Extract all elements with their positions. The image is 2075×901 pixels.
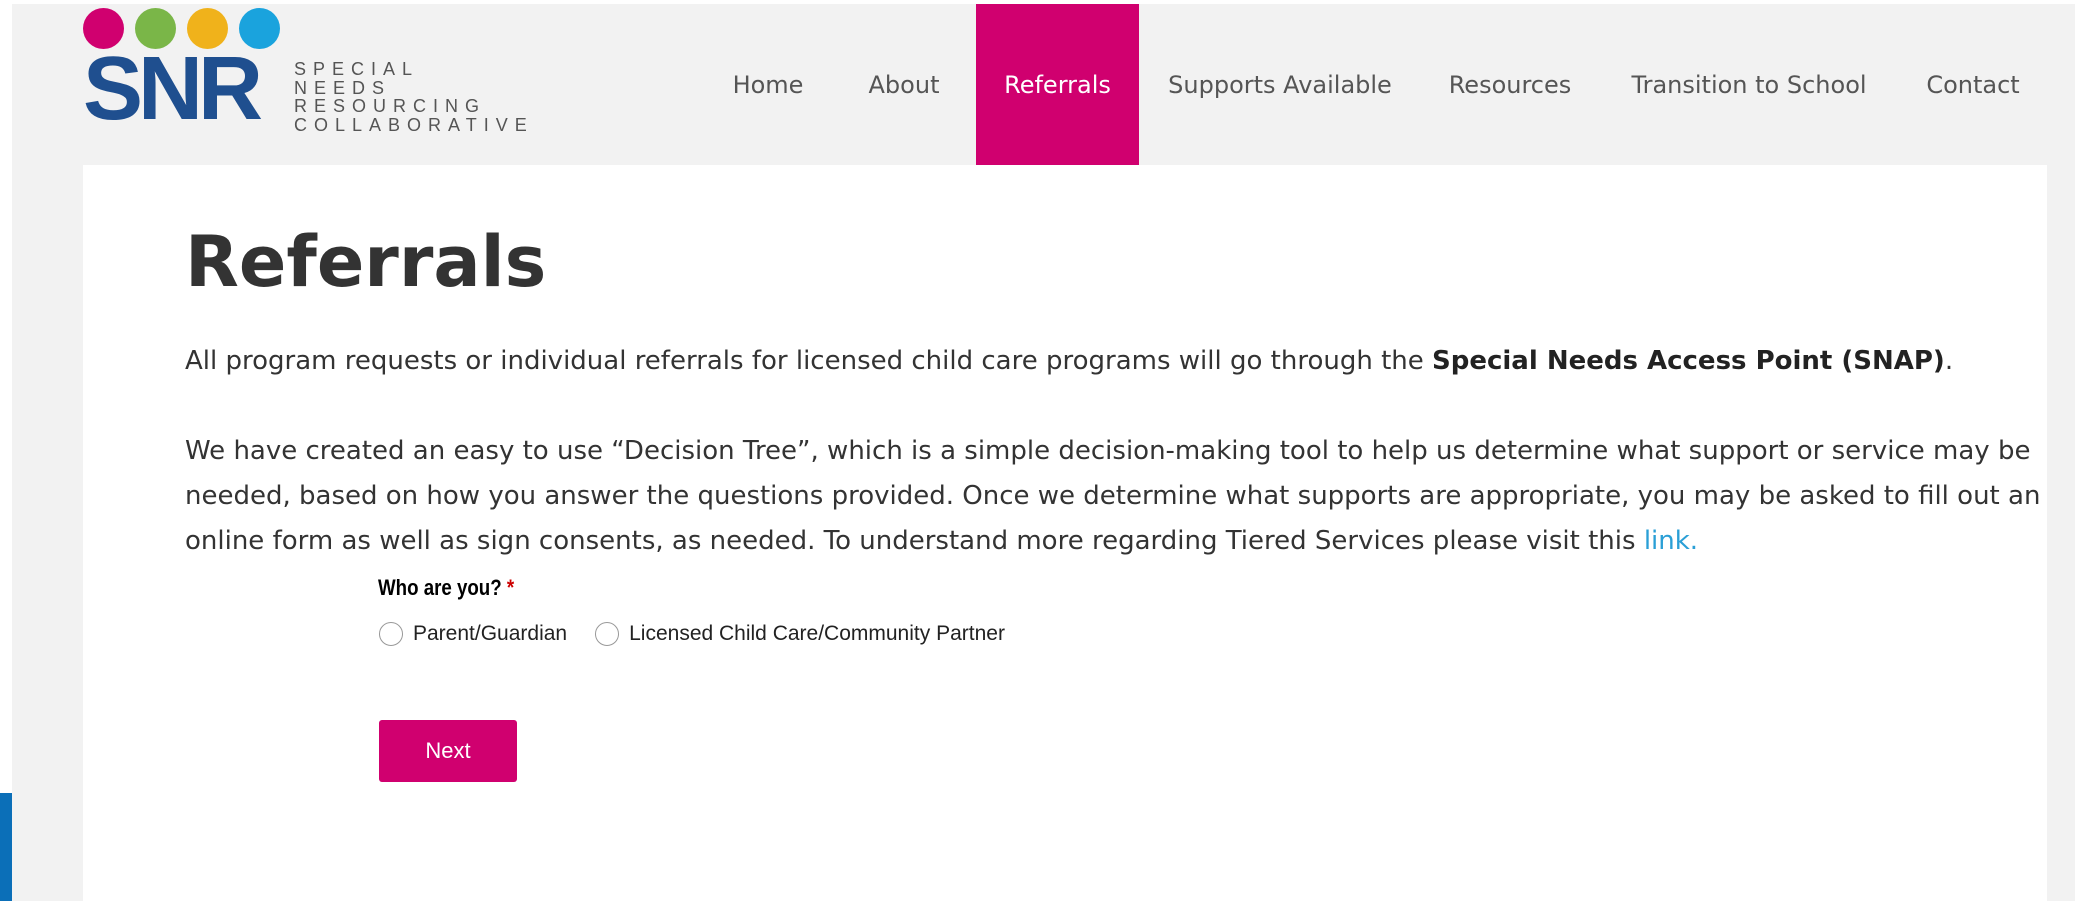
question-label: Who are you? bbox=[378, 575, 502, 600]
nav-item-about[interactable]: About bbox=[851, 4, 957, 165]
main-content-card: Referrals All program requests or indivi… bbox=[83, 165, 2047, 901]
radio-label-licensed-child-care[interactable]: Licensed Child Care/Community Partner bbox=[629, 622, 1005, 646]
side-tab[interactable] bbox=[0, 793, 12, 901]
radio-parent-guardian[interactable] bbox=[379, 622, 403, 646]
page-title: Referrals bbox=[185, 221, 547, 303]
nav-item-transition-to-school[interactable]: Transition to School bbox=[1624, 4, 1874, 165]
intro-text: All program requests or individual refer… bbox=[185, 346, 1433, 376]
logo-tagline: SPECIAL NEEDS RESOURCING COLLABORATIVE bbox=[294, 60, 534, 134]
who-are-you-question: Who are you? * bbox=[378, 575, 514, 601]
next-button[interactable]: Next bbox=[379, 720, 517, 782]
nav-item-referrals[interactable]: Referrals bbox=[976, 4, 1139, 165]
radio-label-parent-guardian[interactable]: Parent/Guardian bbox=[413, 622, 567, 646]
logo-tagline-line: SPECIAL bbox=[294, 59, 420, 79]
required-marker: * bbox=[506, 575, 515, 600]
intro-paragraph: All program requests or individual refer… bbox=[185, 339, 2045, 384]
nav-item-contact[interactable]: Contact bbox=[1919, 4, 2027, 165]
snr-logo[interactable]: SNR SPECIAL NEEDS RESOURCING COLLABORATI… bbox=[83, 8, 543, 138]
decision-tree-paragraph: We have created an easy to use “Decision… bbox=[185, 429, 2045, 564]
nav-item-resources[interactable]: Resources bbox=[1443, 4, 1577, 165]
who-are-you-options: Parent/Guardian Licensed Child Care/Comm… bbox=[379, 622, 1033, 646]
intro-period: . bbox=[1944, 346, 1954, 376]
logo-brand-text: SNR bbox=[83, 39, 263, 139]
nav-item-supports-available[interactable]: Supports Available bbox=[1165, 4, 1395, 165]
tiered-services-link[interactable]: link. bbox=[1644, 526, 1698, 556]
snap-emphasis: Special Needs Access Point (SNAP) bbox=[1432, 346, 1945, 376]
logo-tagline-line: NEEDS bbox=[294, 77, 392, 98]
logo-tagline-line: COLLABORATIVE bbox=[294, 114, 534, 135]
logo-tagline-line: RESOURCING bbox=[294, 96, 487, 116]
nav-item-home[interactable]: Home bbox=[712, 4, 824, 165]
decision-tree-text: We have created an easy to use “Decision… bbox=[185, 436, 2041, 556]
radio-licensed-child-care[interactable] bbox=[595, 622, 620, 646]
